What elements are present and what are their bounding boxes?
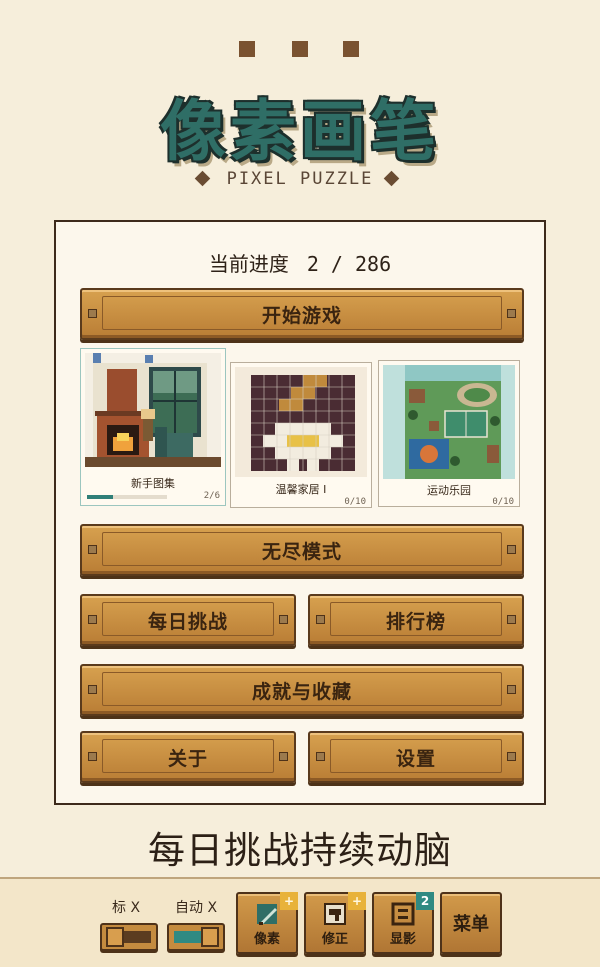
eraser-icon [324, 903, 346, 925]
leaderboard-button[interactable]: 排行榜 [308, 594, 524, 646]
menu-label: 菜单 [453, 914, 489, 935]
app-subtitle: PIXEL PUZZLE [226, 169, 374, 189]
app-logo-title: 像素画笔 [160, 93, 440, 170]
daily-challenge-label: 每日挑战 [147, 610, 228, 633]
progress-value: 2 / 286 [306, 252, 392, 276]
progress-indicator: 当前进度 2 / 286 [56, 248, 544, 277]
rivet-icon [279, 752, 288, 761]
collection-cards: 新手图集 2/6 温馨家居 I 0/10 运动乐园 0/10 [80, 348, 524, 510]
mark-toggle[interactable] [100, 923, 158, 951]
collection-name: 新手图集 [131, 477, 175, 490]
start-game-label: 开始游戏 [261, 304, 342, 327]
menu-button[interactable]: 菜单 [440, 892, 502, 954]
rivet-icon [507, 615, 516, 624]
about-label: 关于 [167, 747, 208, 770]
diamond-icon [194, 170, 211, 187]
collection-count: 0/10 [344, 497, 366, 507]
rivet-icon [279, 615, 288, 624]
diamond-icon [383, 170, 400, 187]
settings-button[interactable]: 设置 [308, 731, 524, 783]
sports-park-thumbnail [383, 365, 515, 479]
rivet-icon [316, 752, 325, 761]
plus-badge: + [348, 892, 366, 910]
auto-toggle[interactable] [167, 923, 225, 951]
achievements-label: 成就与收藏 [251, 680, 352, 703]
rivet-icon [316, 615, 325, 624]
pixel-tool-label: 像素 [253, 932, 280, 947]
slogan-text: 每日挑战持续动脑 [148, 829, 452, 872]
collection-progress-bar [87, 495, 167, 499]
collection-card[interactable]: 新手图集 2/6 [80, 348, 226, 506]
toggle-knob [201, 927, 219, 947]
subtitle-row: PIXEL PUZZLE [0, 168, 600, 190]
pixel-tool-button[interactable]: + 像素 [236, 892, 298, 954]
pixel-grid-thumbnail [235, 367, 367, 477]
main-menu-panel: 当前进度 2 / 286 开始游戏 新手图集 2/6 温馨家居 I 0/10 运… [54, 220, 546, 805]
pixel-dot [292, 41, 308, 57]
rivet-icon [507, 752, 516, 761]
header-dots [0, 41, 600, 57]
endless-mode-label: 无尽模式 [261, 540, 342, 563]
collection-name: 运动乐园 [427, 484, 471, 497]
rivet-icon [88, 309, 97, 318]
collection-card[interactable]: 运动乐园 0/10 [378, 360, 520, 507]
leaderboard-label: 排行榜 [385, 610, 446, 633]
auto-toggle-label: 自动 X [175, 900, 218, 916]
fix-tool-button[interactable]: + 修正 [304, 892, 366, 954]
endless-mode-button[interactable]: 无尽模式 [80, 524, 524, 576]
collection-count: 2/6 [203, 491, 220, 501]
rivet-icon [88, 615, 97, 624]
reveal-icon [391, 902, 415, 926]
settings-label: 设置 [395, 747, 436, 770]
toggle-knob [106, 927, 124, 947]
about-button[interactable]: 关于 [80, 731, 296, 783]
start-game-button[interactable]: 开始游戏 [80, 288, 524, 340]
reveal-tool-button[interactable]: 2 显影 [372, 892, 434, 954]
daily-challenge-button[interactable]: 每日挑战 [80, 594, 296, 646]
count-badge: 2 [416, 892, 434, 910]
pencil-icon [257, 904, 277, 925]
rivet-icon [507, 545, 516, 554]
bottom-toolbar: 标 X 自动 X + 像素 + 修正 2 显影 菜单 [0, 877, 600, 967]
fix-tool-label: 修正 [321, 932, 348, 947]
living-room-thumbnail [85, 353, 221, 467]
rivet-icon [88, 752, 97, 761]
collection-name: 温馨家居 I [275, 483, 327, 496]
mark-toggle-label: 标 X [112, 900, 141, 916]
plus-badge: + [280, 892, 298, 910]
collection-card[interactable]: 温馨家居 I 0/10 [230, 362, 372, 508]
rivet-icon [88, 685, 97, 694]
pixel-dot [239, 41, 255, 57]
rivet-icon [88, 545, 97, 554]
collection-count: 0/10 [492, 497, 514, 507]
progress-label: 当前进度 [208, 252, 289, 276]
reveal-tool-label: 显影 [389, 932, 416, 947]
pixel-dot [343, 41, 359, 57]
rivet-icon [507, 685, 516, 694]
rivet-icon [507, 309, 516, 318]
achievements-button[interactable]: 成就与收藏 [80, 664, 524, 716]
